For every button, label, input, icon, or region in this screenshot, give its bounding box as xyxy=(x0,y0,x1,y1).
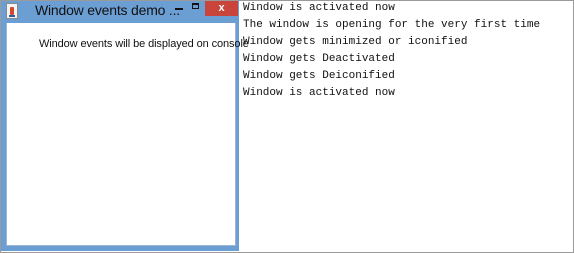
console-line: Window gets Deiconified xyxy=(243,70,395,82)
console-output: Window is activated now The window is op… xyxy=(243,0,571,120)
minimize-button[interactable] xyxy=(174,1,186,19)
console-line: Window is activated now xyxy=(243,87,395,99)
window-title: Window events demo ... xyxy=(35,2,180,18)
console-line: Window gets minimized or iconified xyxy=(243,36,468,48)
close-icon: x xyxy=(218,2,225,14)
console-line: Window is activated now xyxy=(243,2,395,14)
window-content-pane: Window events will be displayed on conso… xyxy=(6,23,249,246)
console-line: The window is opening for the very first… xyxy=(243,19,541,31)
java-cup-icon[interactable] xyxy=(6,3,18,19)
content-label: Window events will be displayed on conso… xyxy=(39,38,249,50)
maximize-button[interactable] xyxy=(191,1,203,19)
java-window: Window events demo ... x Window events w… xyxy=(1,1,249,251)
window-titlebar[interactable]: Window events demo ... x xyxy=(1,1,239,23)
console-line: Window gets Deactivated xyxy=(243,53,395,65)
close-button[interactable]: x xyxy=(205,1,238,16)
